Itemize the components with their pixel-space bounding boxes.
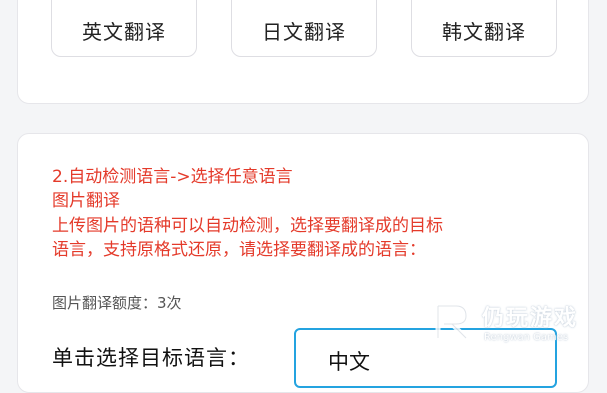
tile-english-translate[interactable]: 英文翻译: [51, 0, 197, 57]
info-line-image-translate: 图片翻译: [52, 191, 120, 211]
info-line-auto-detect: 2.自动检测语言->选择任意语言: [52, 167, 293, 187]
tile-label-japanese: 日文翻译: [262, 20, 346, 44]
translate-quota: 图片翻译额度：3次: [52, 294, 182, 312]
tile-korean-translate[interactable]: 韩文翻译: [411, 0, 557, 57]
tile-label-korean: 韩文翻译: [442, 20, 526, 44]
tile-label-english: 英文翻译: [82, 20, 166, 44]
language-tiles-card: 英文翻译 日文翻译 韩文翻译: [17, 0, 589, 104]
target-language-select[interactable]: 中文: [294, 328, 557, 388]
image-translate-card: 2.自动检测语言->选择任意语言 图片翻译 上传图片的语种可以自动检测，选择要翻…: [17, 133, 589, 393]
tile-japanese-translate[interactable]: 日文翻译: [231, 0, 377, 57]
info-line-description-1: 上传图片的语种可以自动检测，选择要翻译成的目标: [52, 216, 443, 236]
target-language-value: 中文: [328, 350, 370, 374]
info-line-description-2: 语言，支持原格式还原，请选择要翻译成的语言：: [52, 240, 426, 260]
